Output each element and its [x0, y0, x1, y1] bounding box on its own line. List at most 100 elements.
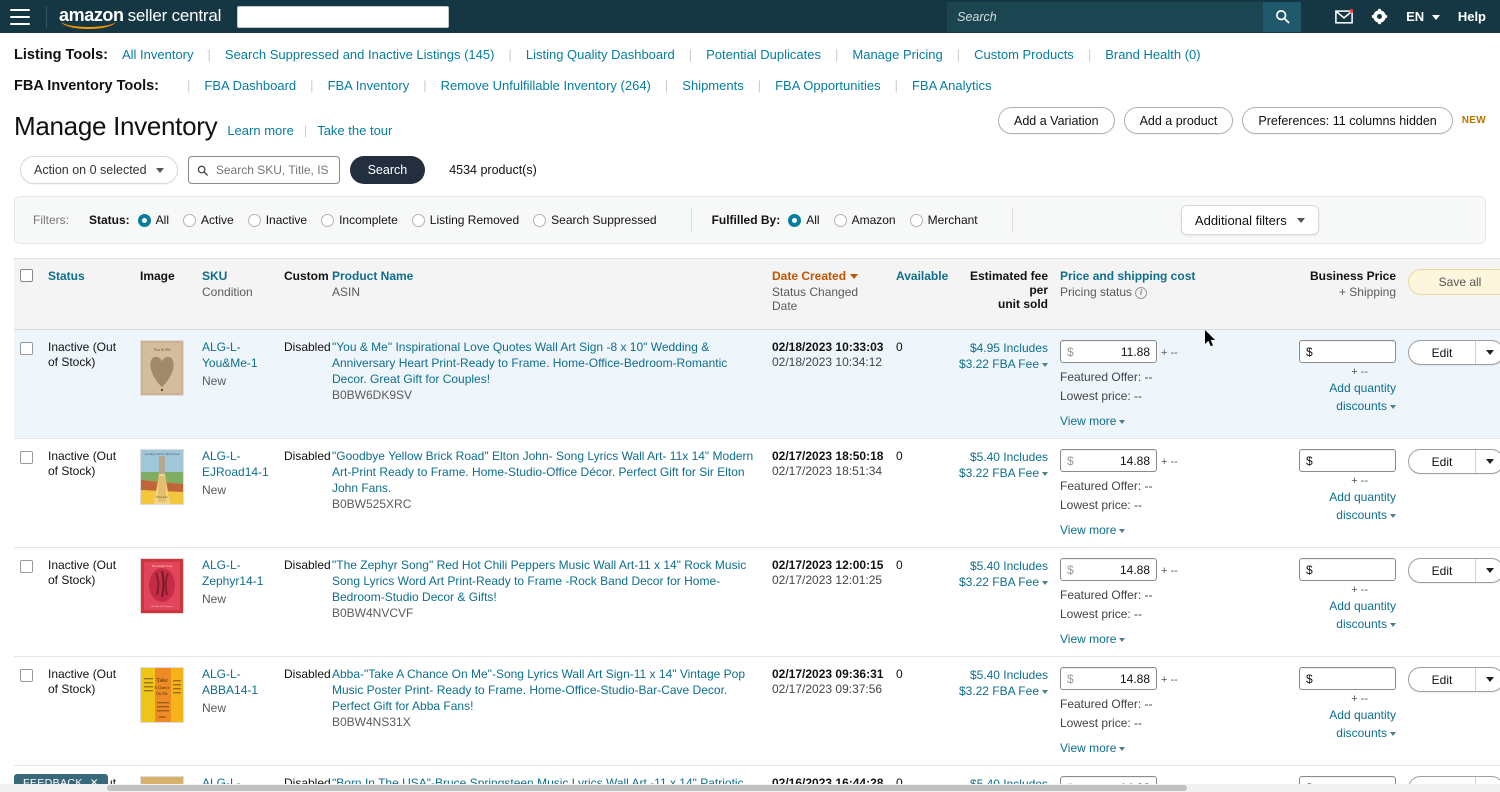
- business-price-input[interactable]: $: [1299, 449, 1396, 472]
- edit-button-group[interactable]: Edit: [1408, 667, 1500, 692]
- table-row[interactable]: Inactive (Out of Stock) Goodbye Yellow B…: [14, 439, 1500, 548]
- product-name-link[interactable]: "You & Me" Inspirational Love Quotes Wal…: [332, 340, 760, 387]
- product-name-link[interactable]: "The Zephyr Song" Red Hot Chili Peppers …: [332, 558, 760, 605]
- row-checkbox[interactable]: [20, 669, 33, 682]
- sort-descending-icon[interactable]: [850, 274, 858, 279]
- sku-link[interactable]: ALG-L-EJRoad14-1: [202, 449, 272, 480]
- search-sku-input[interactable]: [214, 162, 331, 178]
- mail-icon[interactable]: [1335, 9, 1353, 24]
- link-fba-inventory[interactable]: FBA Inventory: [328, 78, 410, 93]
- product-thumbnail[interactable]: Take A Chance On Me ABBA: [140, 667, 184, 723]
- action-on-selected-dropdown[interactable]: Action on 0 selected: [20, 156, 178, 184]
- link-fba-analytics[interactable]: FBA Analytics: [912, 78, 991, 93]
- add-quantity-discounts-link[interactable]: Add quantity: [1260, 380, 1396, 396]
- info-icon[interactable]: i: [1135, 287, 1147, 299]
- row-checkbox[interactable]: [20, 342, 33, 355]
- additional-filters-dropdown[interactable]: Additional filters: [1181, 205, 1319, 235]
- header-price-shipping-label[interactable]: Price and shipping cost: [1060, 269, 1195, 283]
- link-custom-products[interactable]: Custom Products: [974, 47, 1074, 62]
- status-radio-inactive[interactable]: Inactive: [248, 213, 307, 227]
- global-search-input[interactable]: [947, 2, 1263, 32]
- view-more-link[interactable]: View more: [1060, 523, 1125, 537]
- status-radio-listing-removed[interactable]: Listing Removed: [412, 213, 519, 227]
- edit-button[interactable]: Edit: [1409, 450, 1475, 473]
- preferences-button[interactable]: Preferences: 11 columns hidden: [1242, 107, 1452, 134]
- add-quantity-discounts-link-2[interactable]: discounts: [1260, 398, 1396, 414]
- header-product-name-label[interactable]: Product Name: [332, 269, 413, 283]
- inventory-search-box[interactable]: [188, 156, 340, 184]
- gear-icon[interactable]: [1371, 8, 1388, 25]
- top-blank-input[interactable]: [237, 6, 449, 28]
- chevron-down-icon[interactable]: [1042, 581, 1048, 585]
- table-row[interactable]: Inactive (Out of Stock) Take A Chance On…: [14, 657, 1500, 766]
- table-row[interactable]: Inactive (Out of Stock) The Zephyr Song …: [14, 548, 1500, 657]
- link-brand-health[interactable]: Brand Health (0): [1105, 47, 1200, 62]
- add-product-button[interactable]: Add a product: [1124, 107, 1234, 134]
- link-potential-duplicates[interactable]: Potential Duplicates: [706, 47, 821, 62]
- link-all-inventory[interactable]: All Inventory: [122, 47, 194, 62]
- status-radio-all[interactable]: All: [138, 213, 169, 227]
- language-selector[interactable]: EN: [1406, 9, 1440, 24]
- save-all-button[interactable]: Save all: [1408, 269, 1500, 295]
- chevron-down-icon[interactable]: [1042, 472, 1048, 476]
- business-price-input[interactable]: $: [1299, 340, 1396, 363]
- header-status-label[interactable]: Status: [48, 269, 85, 283]
- take-the-tour-link[interactable]: Take the tour: [317, 123, 392, 138]
- scrollbar-thumb[interactable]: [107, 785, 1187, 791]
- business-price-input[interactable]: $: [1299, 558, 1396, 581]
- link-fba-dashboard[interactable]: FBA Dashboard: [204, 78, 296, 93]
- add-quantity-discounts-link-2[interactable]: discounts: [1260, 616, 1396, 632]
- edit-dropdown-toggle[interactable]: [1475, 668, 1500, 691]
- edit-button-group[interactable]: Edit: [1408, 449, 1500, 474]
- status-radio-active[interactable]: Active: [183, 213, 234, 227]
- add-quantity-discounts-link-2[interactable]: discounts: [1260, 725, 1396, 741]
- add-quantity-discounts-link[interactable]: Add quantity: [1260, 489, 1396, 505]
- add-quantity-discounts-link[interactable]: Add quantity: [1260, 707, 1396, 723]
- product-thumbnail[interactable]: You & Me: [140, 340, 184, 396]
- link-search-suppressed-inactive[interactable]: Search Suppressed and Inactive Listings …: [225, 47, 495, 62]
- add-quantity-discounts-link-2[interactable]: discounts: [1260, 507, 1396, 523]
- amazon-seller-central-logo[interactable]: amazon seller central: [59, 5, 221, 28]
- link-shipments[interactable]: Shipments: [682, 78, 743, 93]
- sku-link[interactable]: ALG-L-Zephyr14-1: [202, 558, 272, 589]
- header-sku-label[interactable]: SKU: [202, 269, 227, 283]
- link-listing-quality-dashboard[interactable]: Listing Quality Dashboard: [526, 47, 675, 62]
- price-input[interactable]: $ 14.88: [1060, 449, 1157, 472]
- business-price-input[interactable]: $: [1299, 667, 1396, 690]
- add-quantity-discounts-link[interactable]: Add quantity: [1260, 598, 1396, 614]
- edit-button-group[interactable]: Edit: [1408, 340, 1500, 365]
- price-input[interactable]: $ 14.88: [1060, 667, 1157, 690]
- link-remove-unfulfillable-inventory[interactable]: Remove Unfulfillable Inventory (264): [441, 78, 651, 93]
- product-name-link[interactable]: "Goodbye Yellow Brick Road" Elton John- …: [332, 449, 760, 496]
- global-search-button[interactable]: [1263, 2, 1301, 32]
- view-more-link[interactable]: View more: [1060, 632, 1125, 646]
- row-checkbox[interactable]: [20, 451, 33, 464]
- row-checkbox[interactable]: [20, 560, 33, 573]
- view-more-link[interactable]: View more: [1060, 414, 1125, 428]
- edit-dropdown-toggle[interactable]: [1475, 559, 1500, 582]
- edit-button[interactable]: Edit: [1409, 668, 1475, 691]
- price-input[interactable]: $ 11.88: [1060, 340, 1157, 363]
- sku-link[interactable]: ALG-L-You&Me-1: [202, 340, 272, 371]
- product-thumbnail[interactable]: The Zephyr Song Red Hot Chili Peppers: [140, 558, 184, 614]
- edit-dropdown-toggle[interactable]: [1475, 450, 1500, 473]
- header-available-label[interactable]: Available: [896, 269, 948, 283]
- learn-more-link[interactable]: Learn more: [227, 123, 293, 138]
- fulfilled-radio-amazon[interactable]: Amazon: [834, 213, 896, 227]
- link-manage-pricing[interactable]: Manage Pricing: [852, 47, 942, 62]
- product-thumbnail[interactable]: Goodbye Yellow Brick Road Elton John: [140, 449, 184, 505]
- fulfilled-radio-all[interactable]: All: [788, 213, 819, 227]
- edit-button[interactable]: Edit: [1409, 559, 1475, 582]
- help-link[interactable]: Help: [1458, 9, 1486, 24]
- link-fba-opportunities[interactable]: FBA Opportunities: [775, 78, 881, 93]
- price-input[interactable]: $ 14.88: [1060, 558, 1157, 581]
- hamburger-menu-icon[interactable]: [10, 9, 30, 25]
- search-button[interactable]: Search: [350, 156, 426, 184]
- fulfilled-radio-merchant[interactable]: Merchant: [910, 213, 978, 227]
- select-all-checkbox[interactable]: [20, 269, 33, 282]
- status-radio-search-suppressed[interactable]: Search Suppressed: [533, 213, 656, 227]
- chevron-down-icon[interactable]: [1042, 363, 1048, 367]
- status-radio-incomplete[interactable]: Incomplete: [321, 213, 398, 227]
- edit-button[interactable]: Edit: [1409, 341, 1475, 364]
- product-name-link[interactable]: Abba-"Take A Chance On Me"-Song Lyrics W…: [332, 667, 760, 714]
